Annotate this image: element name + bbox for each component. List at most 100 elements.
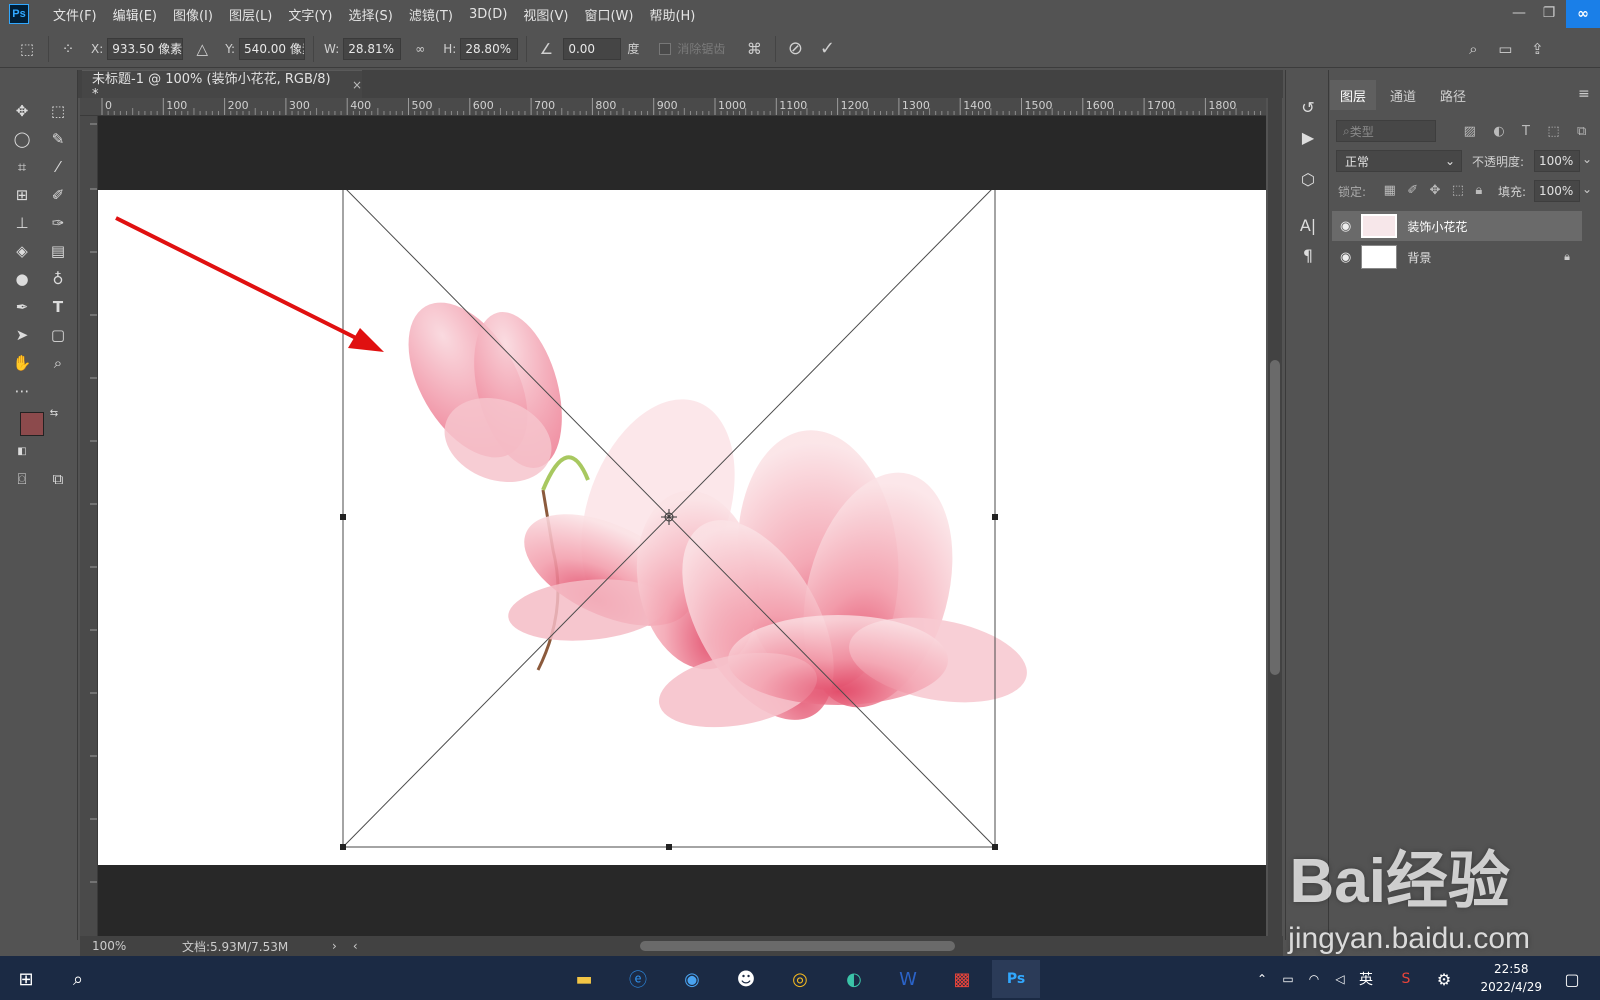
menu-image[interactable]: 图像(I) [173, 5, 213, 24]
menu-view[interactable]: 视图(V) [523, 5, 568, 24]
sogou-icon[interactable]: S [1394, 960, 1418, 998]
layer-name[interactable]: 装饰小花花 [1407, 218, 1467, 235]
workspace-icon[interactable]: ▭ [1492, 36, 1518, 62]
quick-mask-icon[interactable]: ⌼ [8, 466, 36, 492]
x-field[interactable]: 933.50 像素 [107, 37, 184, 60]
lock-artboard-icon[interactable]: ⬚ [1452, 183, 1464, 198]
qq-browser-icon[interactable]: ◉ [668, 960, 716, 998]
tab-paths[interactable]: 路径 [1430, 82, 1476, 108]
layer-lock-icon[interactable]: 🔒︎ [1564, 250, 1570, 264]
panel-menu-icon[interactable]: ≡ [1578, 86, 1590, 102]
search-icon[interactable]: ⌕ [1460, 36, 1486, 62]
adjustment-filter-icon[interactable]: ◐ [1493, 124, 1504, 139]
menu-window[interactable]: 窗口(W) [584, 5, 633, 24]
pen-tool-icon[interactable]: ✒ [8, 294, 36, 320]
opacity-chevron-icon[interactable]: ⌄ [1582, 152, 1592, 166]
volume-icon[interactable]: ◁ [1328, 960, 1352, 998]
share-icon[interactable]: ⇪ [1524, 36, 1550, 62]
vertical-ruler[interactable] [80, 116, 98, 936]
visibility-eye-icon[interactable]: ◉ [1340, 219, 1351, 234]
cloud-sync-icon[interactable]: ∞ [1566, 0, 1600, 28]
dodge-tool-icon[interactable]: ♁ [44, 266, 72, 292]
qq-icon[interactable]: ☻ [722, 960, 770, 998]
status-expand-icon[interactable]: › [332, 939, 337, 953]
lock-pixels-icon[interactable]: ✐ [1407, 183, 1418, 198]
3d-panel-icon[interactable]: ⬡ [1294, 166, 1322, 192]
gradient-tool-icon[interactable]: ▤ [44, 238, 72, 264]
vertical-scroll-thumb[interactable] [1270, 360, 1280, 675]
windows-start-icon[interactable]: ⊞ [2, 960, 50, 998]
word-icon[interactable]: W [884, 960, 932, 998]
chrome-icon[interactable]: ◎ [776, 960, 824, 998]
link-icon[interactable]: ∞ [407, 36, 433, 62]
lasso-tool-icon[interactable]: ◯ [8, 126, 36, 152]
menu-file[interactable]: 文件(F) [53, 5, 97, 24]
document-canvas[interactable] [98, 183, 1266, 865]
eyedropper-tool-icon[interactable]: ⁄ [44, 154, 72, 180]
swap-colors-icon[interactable]: ⇆ [46, 406, 62, 420]
menu-3d[interactable]: 3D(D) [469, 7, 507, 22]
fill-field[interactable]: 100% [1534, 180, 1580, 202]
opacity-field[interactable]: 100% [1534, 150, 1580, 172]
height-field[interactable]: 28.80% [460, 37, 519, 60]
shape-filter-icon[interactable]: ⬚ [1547, 124, 1559, 139]
edge-icon[interactable]: ◐ [830, 960, 878, 998]
y-field[interactable]: 540.00 像素 [239, 37, 306, 60]
pixel-filter-icon[interactable]: ▨ [1464, 124, 1476, 139]
history-panel-icon[interactable]: ↺ [1294, 94, 1322, 120]
type-filter-icon[interactable]: T [1522, 124, 1530, 139]
menu-filter[interactable]: 滤镜(T) [409, 5, 453, 24]
delta-icon[interactable]: △ [189, 36, 215, 62]
lock-position-icon[interactable]: ✥ [1430, 183, 1441, 198]
menu-edit[interactable]: 编辑(E) [113, 5, 157, 24]
notification-icon[interactable]: ▢ [1552, 960, 1592, 998]
warp-icon[interactable]: ⌘ [741, 36, 767, 62]
layer-filter-select[interactable]: ⌕ 类型 [1336, 120, 1436, 142]
history-brush-icon[interactable]: ✑ [44, 210, 72, 236]
reference-point-icon[interactable]: ⁘ [55, 36, 81, 62]
eraser-tool-icon[interactable]: ◈ [8, 238, 36, 264]
close-tab-icon[interactable]: × [352, 78, 362, 92]
width-field[interactable]: 28.81% [343, 37, 402, 60]
zoom-tool-icon[interactable]: ⌕ [44, 350, 72, 376]
fill-chevron-icon[interactable]: ⌄ [1582, 182, 1592, 196]
layer-row-flower[interactable]: ◉ 装饰小花花 [1332, 211, 1582, 241]
horizontal-scroll-thumb[interactable] [640, 941, 955, 951]
tab-channels[interactable]: 通道 [1380, 82, 1426, 108]
search-icon[interactable]: ⌕ [54, 960, 102, 998]
quick-select-tool-icon[interactable]: ✎ [44, 126, 72, 152]
lock-all-icon[interactable]: 🔒︎ [1475, 183, 1482, 198]
visibility-eye-icon[interactable]: ◉ [1340, 250, 1351, 265]
marquee-tool-icon[interactable]: ⬚ [44, 98, 72, 124]
transform-tool-icon[interactable]: ⬚ [14, 36, 40, 62]
layer-row-background[interactable]: ◉ 背景 🔒︎ [1332, 242, 1582, 272]
zoom-level[interactable]: 100% [92, 939, 152, 953]
menu-type[interactable]: 文字(Y) [288, 5, 332, 24]
scroll-left-icon[interactable]: ‹ [353, 939, 358, 953]
minimize-icon[interactable]: — [1504, 0, 1534, 26]
actions-panel-icon[interactable]: ▶ [1294, 124, 1322, 150]
paragraph-panel-icon[interactable]: ¶ [1294, 242, 1322, 268]
cancel-transform-icon[interactable]: ⊘ [782, 36, 808, 62]
move-tool-icon[interactable]: ✥ [8, 98, 36, 124]
menu-layer[interactable]: 图层(L) [229, 5, 272, 24]
system-clock[interactable]: 22:58 2022/4/29 [1480, 960, 1542, 996]
blend-mode-select[interactable]: 正常 ⌄ [1336, 150, 1462, 172]
path-select-tool-icon[interactable]: ➤ [8, 322, 36, 348]
angle-field[interactable]: 0.00 [563, 37, 622, 60]
ie-browser-icon[interactable]: ⓔ [614, 960, 662, 998]
crop-tool-icon[interactable]: ⌗ [8, 154, 36, 180]
screen-mode-icon[interactable]: ⧉ [44, 466, 72, 492]
shape-tool-icon[interactable]: ▢ [44, 322, 72, 348]
blur-tool-icon[interactable]: ● [8, 266, 36, 292]
brush-tool-icon[interactable]: ✐ [44, 182, 72, 208]
lock-transparency-icon[interactable]: ▦ [1384, 183, 1396, 198]
type-tool-icon[interactable]: T [44, 294, 72, 320]
document-tab[interactable]: 未标题-1 @ 100% (装饰小花花, RGB/8) * × [82, 70, 362, 102]
wifi-icon[interactable]: ◠ [1302, 960, 1326, 998]
character-panel-icon[interactable]: A| [1294, 212, 1322, 238]
hand-tool-icon[interactable]: ✋ [8, 350, 36, 376]
settings-gear-icon[interactable]: ⚙ [1432, 960, 1456, 998]
foreground-color-swatch[interactable] [20, 412, 44, 436]
file-explorer-icon[interactable]: ▬ [560, 960, 608, 998]
